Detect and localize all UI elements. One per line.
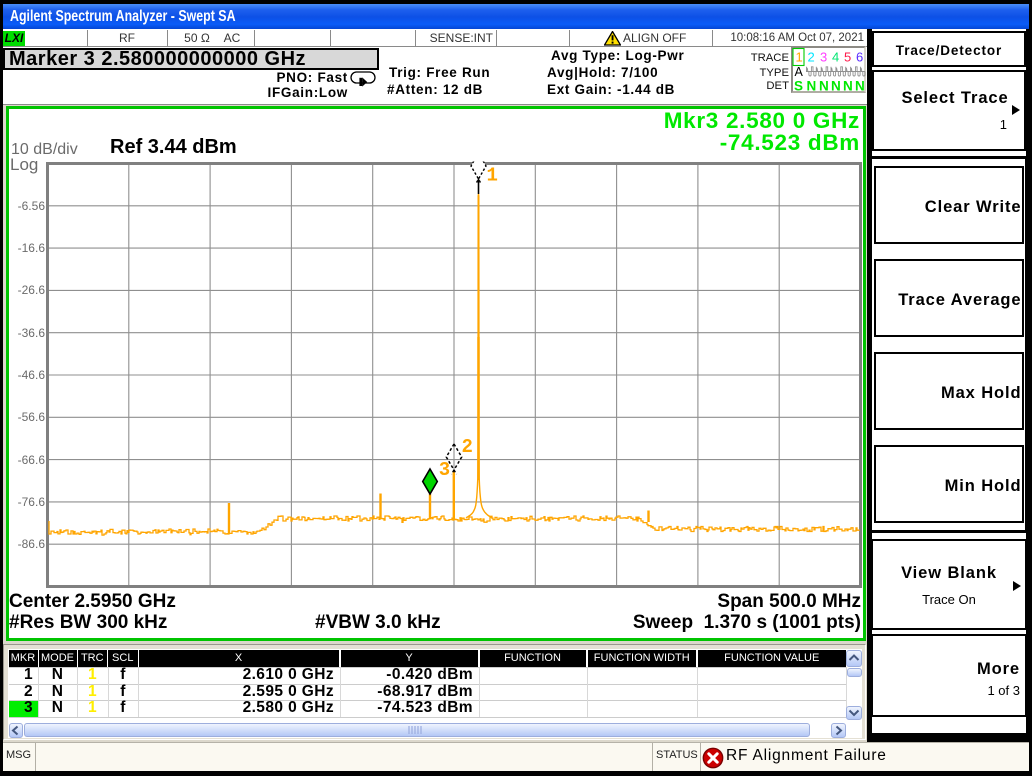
svg-text:1: 1 xyxy=(487,165,498,187)
svg-text:3: 3 xyxy=(439,459,450,481)
svg-text:2: 2 xyxy=(462,436,473,458)
